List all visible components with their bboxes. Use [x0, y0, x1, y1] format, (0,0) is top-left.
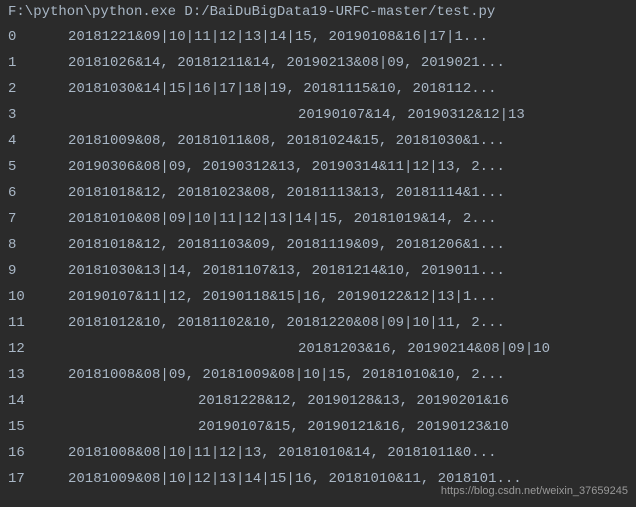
row-index: 17: [8, 466, 68, 492]
row-value: 20190107&14, 20190312&12|13: [68, 102, 628, 128]
row-value: 20181018&12, 20181103&09, 20181119&09, 2…: [68, 232, 628, 258]
row-value: 20181228&12, 20190128&13, 20190201&16: [68, 388, 628, 414]
row-index: 16: [8, 440, 68, 466]
output-row: 1020190107&11|12, 20190118&15|16, 201901…: [8, 284, 628, 310]
row-value: 20181203&16, 20190214&08|09|10: [68, 336, 628, 362]
row-value: 20181010&08|09|10|11|12|13|14|15, 201810…: [68, 206, 628, 232]
row-value: 20181008&08|10|11|12|13, 20181010&14, 20…: [68, 440, 628, 466]
row-value: 20181012&10, 20181102&10, 20181220&08|09…: [68, 310, 628, 336]
output-row: 1520190107&15, 20190121&16, 20190123&10: [8, 414, 628, 440]
row-index: 11: [8, 310, 68, 336]
row-index: 10: [8, 284, 68, 310]
row-value: 20190306&08|09, 20190312&13, 20190314&11…: [68, 154, 628, 180]
output-row: 1420181228&12, 20190128&13, 20190201&16: [8, 388, 628, 414]
row-index: 7: [8, 206, 68, 232]
row-index: 15: [8, 414, 68, 440]
row-index: 14: [8, 388, 68, 414]
output-row: 720181010&08|09|10|11|12|13|14|15, 20181…: [8, 206, 628, 232]
output-row: 620181018&12, 20181023&08, 20181113&13, …: [8, 180, 628, 206]
watermark: https://blog.csdn.net/weixin_37659245: [441, 485, 628, 497]
output-row: 420181009&08, 20181011&08, 20181024&15, …: [8, 128, 628, 154]
row-value: 20181008&08|09, 20181009&08|10|15, 20181…: [68, 362, 628, 388]
row-index: 9: [8, 258, 68, 284]
output-row: 920181030&13|14, 20181107&13, 20181214&1…: [8, 258, 628, 284]
output-row: 320190107&14, 20190312&12|13: [8, 102, 628, 128]
output-row: 1620181008&08|10|11|12|13, 20181010&14, …: [8, 440, 628, 466]
row-value: 20190107&11|12, 20190118&15|16, 20190122…: [68, 284, 628, 310]
output-row: 020181221&09|10|11|12|13|14|15, 20190108…: [8, 24, 628, 50]
row-index: 2: [8, 76, 68, 102]
row-value: 20181009&08, 20181011&08, 20181024&15, 2…: [68, 128, 628, 154]
output-row: 1120181012&10, 20181102&10, 20181220&08|…: [8, 310, 628, 336]
row-index: 4: [8, 128, 68, 154]
row-value: 20181018&12, 20181023&08, 20181113&13, 2…: [68, 180, 628, 206]
row-value: 20190107&15, 20190121&16, 20190123&10: [68, 414, 628, 440]
output-row: 1320181008&08|09, 20181009&08|10|15, 201…: [8, 362, 628, 388]
output-row: 220181030&14|15|16|17|18|19, 20181115&10…: [8, 76, 628, 102]
row-value: 20181026&14, 20181211&14, 20190213&08|09…: [68, 50, 628, 76]
row-index: 5: [8, 154, 68, 180]
row-index: 6: [8, 180, 68, 206]
row-index: 8: [8, 232, 68, 258]
output-row: 520190306&08|09, 20190312&13, 20190314&1…: [8, 154, 628, 180]
row-index: 12: [8, 336, 68, 362]
row-value: 20181221&09|10|11|12|13|14|15, 20190108&…: [68, 24, 628, 50]
output-row: 120181026&14, 20181211&14, 20190213&08|0…: [8, 50, 628, 76]
row-index: 0: [8, 24, 68, 50]
row-index: 1: [8, 50, 68, 76]
console-output: 020181221&09|10|11|12|13|14|15, 20190108…: [0, 24, 636, 492]
row-index: 3: [8, 102, 68, 128]
row-index: 13: [8, 362, 68, 388]
row-value: 20181030&14|15|16|17|18|19, 20181115&10,…: [68, 76, 628, 102]
command-line: F:\python\python.exe D:/BaiDuBigData19-U…: [0, 0, 636, 24]
row-value: 20181030&13|14, 20181107&13, 20181214&10…: [68, 258, 628, 284]
output-row: 1220181203&16, 20190214&08|09|10: [8, 336, 628, 362]
output-row: 820181018&12, 20181103&09, 20181119&09, …: [8, 232, 628, 258]
